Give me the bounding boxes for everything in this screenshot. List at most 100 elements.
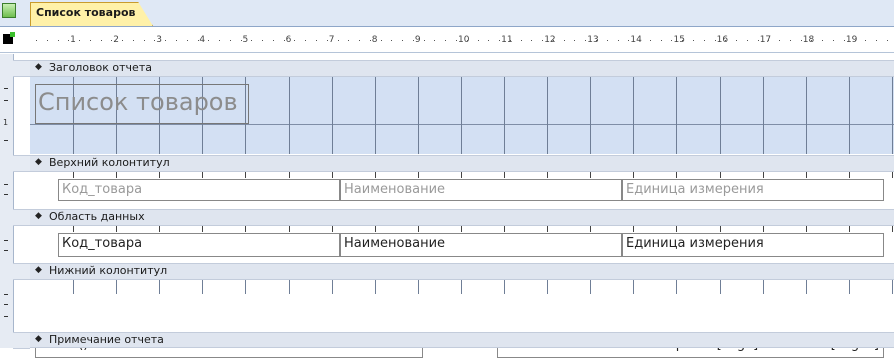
ruler-dot [478,40,479,41]
grid-line [633,77,634,154]
ruler-dot [434,40,435,41]
ruler-tick-label: 1 [70,35,76,45]
ruler-dot [510,40,511,41]
ruler-dot [628,40,629,41]
grid-line [73,172,74,178]
ruler-dot [413,40,414,41]
ruler-tick-label: 16 [716,35,729,45]
ruler-dot [294,40,295,41]
ruler-dot [671,40,672,41]
vertical-ruler-mark [4,304,8,305]
report-icon[interactable] [2,3,16,18]
grid-line [289,172,290,178]
ruler-dot [725,40,726,41]
section-selector[interactable] [13,209,30,226]
ruler-dot [618,40,619,41]
ruler-dot [122,40,123,41]
grid-line [289,226,290,232]
detail-field-name[interactable]: Наименование [340,233,622,257]
section-selector[interactable] [13,60,30,77]
ruler-dot [219,40,220,41]
page-header-field-name[interactable]: Наименование [340,179,622,201]
grid-line [289,280,290,294]
ruler-dot [790,40,791,41]
report-title-label[interactable]: Список товаров [35,84,249,124]
collapse-triangle-icon: ◆ [35,157,42,167]
vertical-ruler-mark [4,316,8,317]
ruler-dot [370,40,371,41]
tab-label[interactable]: Список товаров [36,6,135,19]
ruler-dot [865,40,866,41]
ruler-dot [542,40,543,41]
grid-line [676,77,677,154]
grid-line [289,77,290,154]
detail-field-unit[interactable]: Единица измерения [622,233,884,257]
ruler-dot [262,40,263,41]
ruler-dot [488,40,489,41]
grid-line [375,77,376,154]
section-selector[interactable] [13,155,30,172]
ruler-dot [499,40,500,41]
vertical-ruler-mark [4,88,8,89]
ruler-dot [381,40,382,41]
ruler-dot [391,40,392,41]
ruler-dot [47,40,48,41]
ruler-dot [639,40,640,41]
grid-line [590,226,591,232]
ruler-dot [144,40,145,41]
ruler-dot [574,40,575,41]
grid-line [763,226,764,232]
grid-line [547,226,548,232]
ruler-dot [855,40,856,41]
grid-line [461,226,462,232]
ruler-dot [779,40,780,41]
ruler-dot [607,40,608,41]
ruler-tick-label: 4 [199,35,206,45]
grid-line [202,280,203,294]
ruler-tick-label: 8 [371,35,378,45]
grid-line [763,172,764,178]
grid-line [590,280,591,294]
collapse-triangle-icon: ◆ [35,265,42,275]
ruler-tick-label: 15 [673,35,685,45]
grid-line [504,280,505,294]
section-selector[interactable] [13,332,30,349]
ruler-dot [273,40,274,41]
vertical-ruler-number: 1 [3,118,9,127]
grid-line [332,77,333,154]
ruler-dot [359,40,360,41]
band-detail[interactable] [30,209,894,226]
ruler-dot [58,40,59,41]
collapse-triangle-icon: ◆ [35,62,42,72]
collapse-triangle-icon: ◆ [35,334,42,344]
grid-line [720,280,721,294]
section-selector[interactable] [13,263,30,280]
grid-line [245,280,246,294]
grid-line [720,172,721,178]
grid-line [375,280,376,294]
detail-field-code[interactable]: Код_товара [58,233,340,257]
ruler-tick-label: 5 [242,35,249,45]
ruler-dot [402,40,403,41]
ruler-dot [36,40,37,41]
grid-line [332,172,333,178]
page-header-field-unit[interactable]: Единица измерения [622,179,884,201]
band-label-page-footer: Нижний колонтитул [49,264,168,277]
grid-line [892,226,893,232]
grid-line [418,77,419,154]
ruler-dot [284,40,285,41]
ruler-dot [187,40,188,41]
grid-line [332,280,333,294]
grid-line [547,280,548,294]
grid-line [116,280,117,294]
ruler-dot [704,40,705,41]
grid-line [892,172,893,178]
band-report-header[interactable] [30,60,894,77]
ruler-dot [693,40,694,41]
vertical-ruler-mark [4,294,8,295]
band-label-report-footer: Примечание отчета [49,333,164,346]
page-header-field-code[interactable]: Код_товара [58,179,340,201]
ruler-dot [661,40,662,41]
ruler-dot [715,40,716,41]
grid-line [504,77,505,154]
